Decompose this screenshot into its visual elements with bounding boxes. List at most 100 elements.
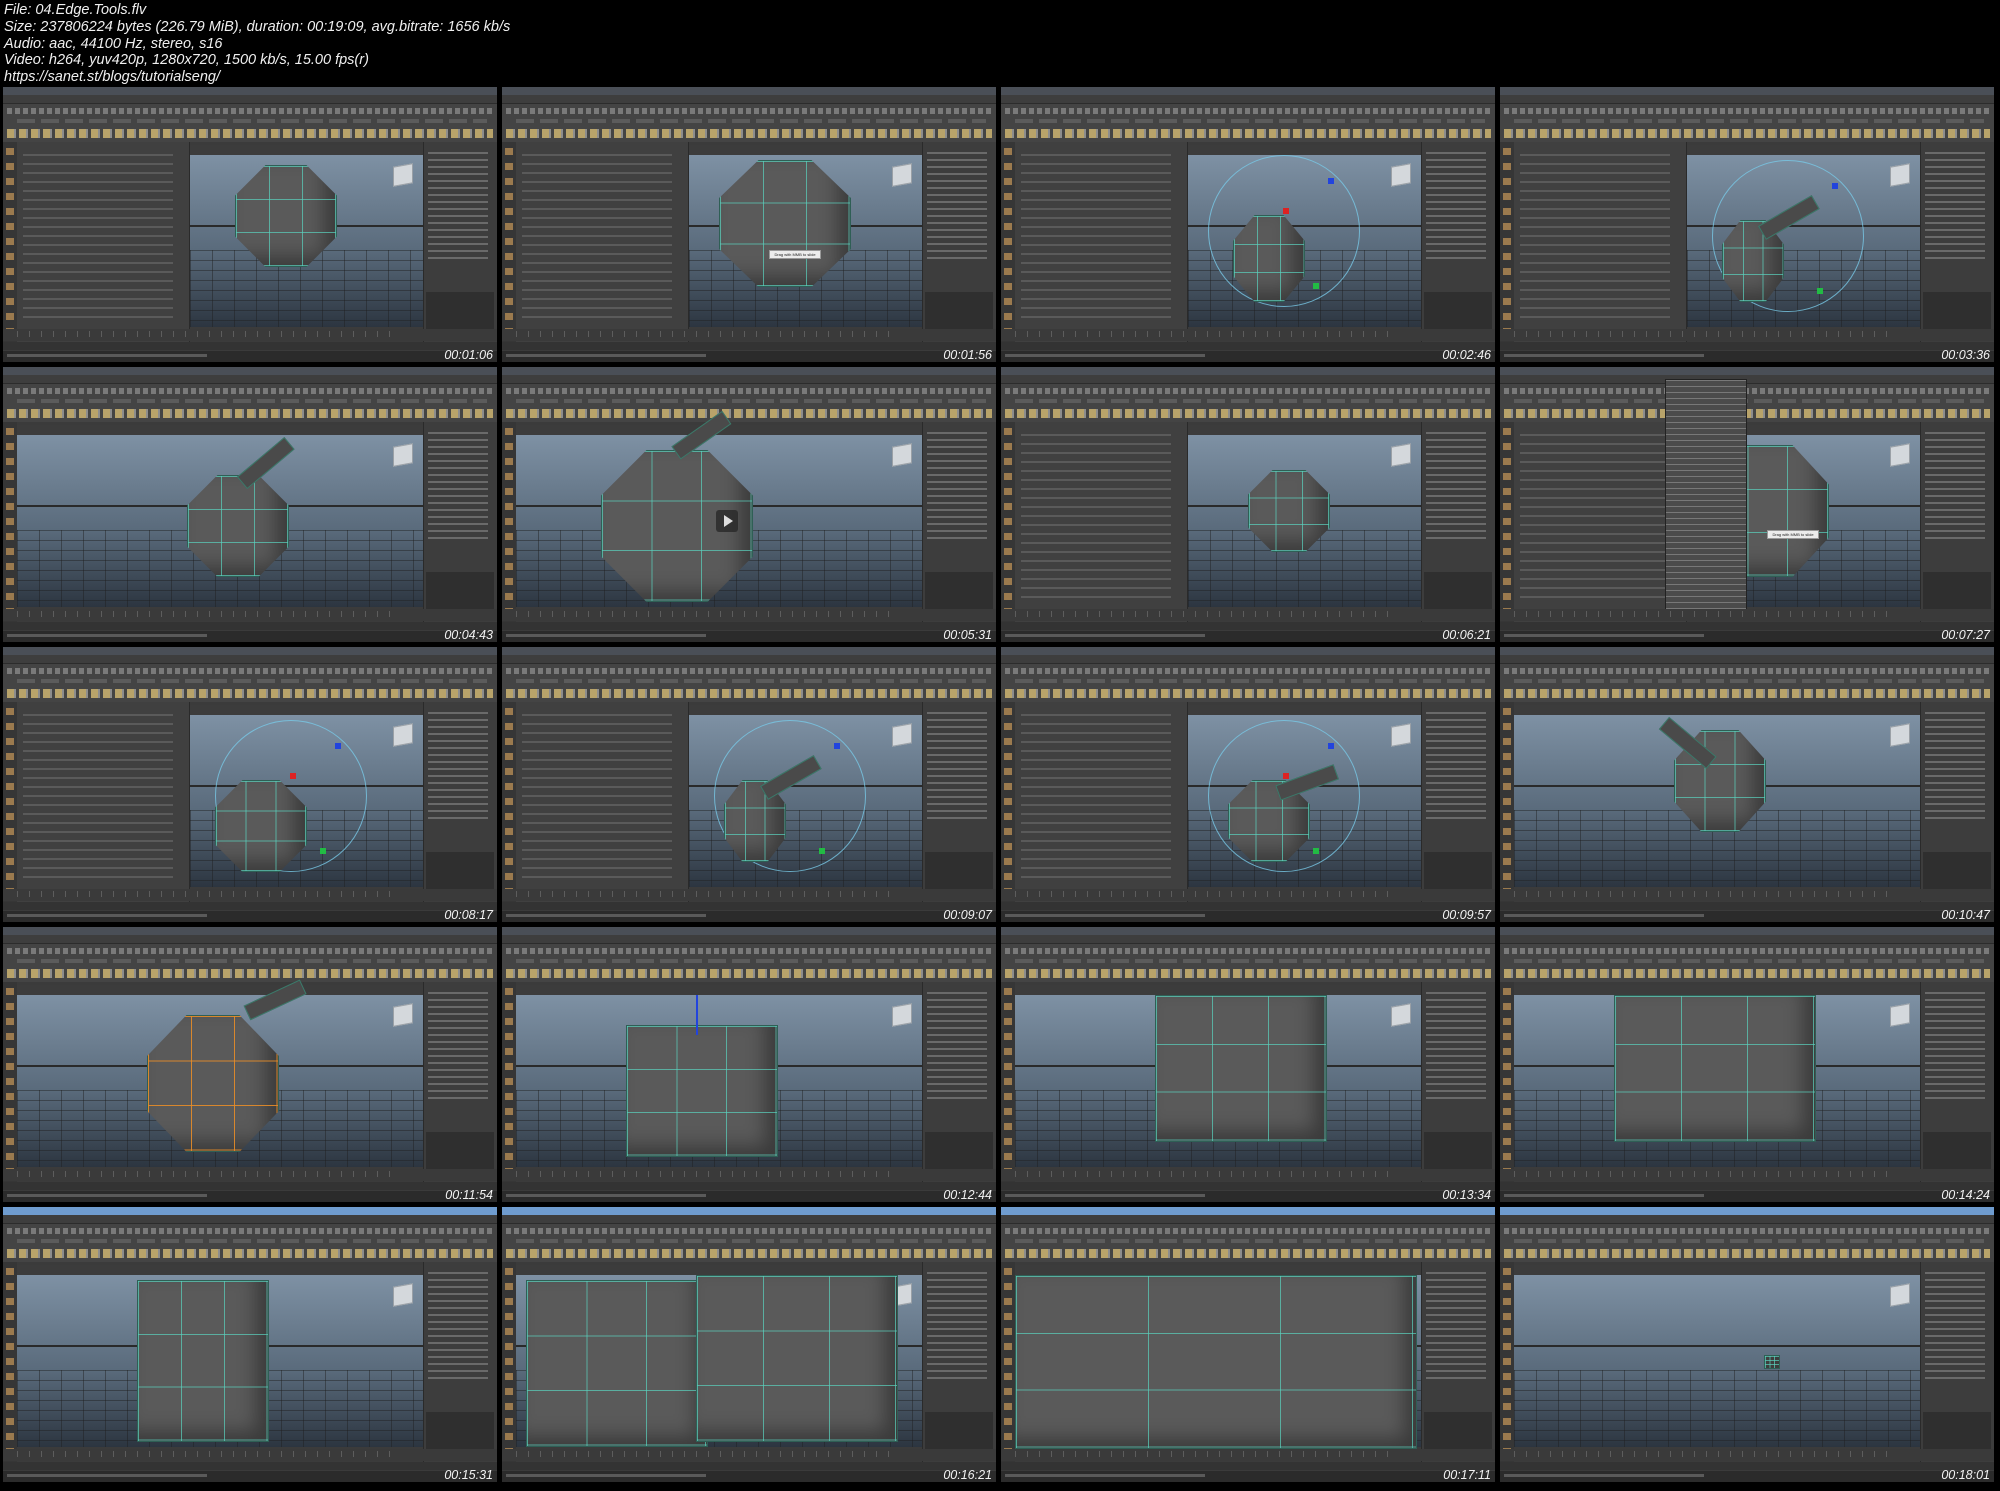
time-ticks <box>516 611 896 617</box>
toolbox <box>3 142 17 342</box>
viewport-hint: Drag with MMB to slide <box>769 250 821 259</box>
video-thumbnail: 00:18:01 <box>1500 1207 1994 1482</box>
time-slider <box>1001 1169 1495 1181</box>
channel-box <box>1920 1262 1994 1462</box>
range-slider <box>502 1182 996 1190</box>
wireframe <box>1156 996 1326 1141</box>
timestamp-label: 00:12:44 <box>943 1188 992 1202</box>
viewport-menu <box>1188 705 1421 715</box>
viewport-menu <box>1015 985 1421 995</box>
time-slider <box>502 329 996 341</box>
range-slider <box>1500 622 1994 630</box>
time-slider <box>1500 609 1994 621</box>
menu-bar <box>1001 655 1495 664</box>
window-title-bar <box>1500 1207 1994 1215</box>
shelf-icons <box>506 409 992 418</box>
channel-box <box>1421 982 1495 1182</box>
command-line <box>1001 911 1495 922</box>
shelf-tabs <box>516 399 986 403</box>
shelf-toolbar <box>502 1224 996 1262</box>
command-line <box>1500 1471 1994 1482</box>
manipulator-handle-red <box>1283 772 1289 779</box>
toolbox <box>3 422 17 622</box>
shelf-toolbar <box>502 944 996 982</box>
viewport-menu <box>1188 425 1421 435</box>
shelf-tabs <box>1514 399 1984 403</box>
channel-box <box>423 982 497 1182</box>
range-slider <box>502 902 996 910</box>
cube <box>1764 1355 1780 1369</box>
menu-bar <box>1500 655 1994 664</box>
shelf-toolbar <box>1001 384 1495 422</box>
wireframe <box>148 1016 278 1151</box>
channel-box <box>922 982 996 1182</box>
timestamp-label: 00:15:31 <box>444 1468 493 1482</box>
command-line <box>1500 631 1994 642</box>
channel-attributes <box>1925 992 1985 1102</box>
tool-icons <box>1503 1268 1511 1456</box>
shelf-toolbar <box>3 384 497 422</box>
video-thumbnail: 00:10:47 <box>1500 647 1994 922</box>
shelf-icons <box>1504 1249 1990 1258</box>
wireframe <box>216 781 306 871</box>
tool-icons <box>6 428 14 616</box>
shelf-icons <box>1005 689 1491 698</box>
wireframe <box>1765 1356 1779 1368</box>
shelf-icons <box>1504 689 1990 698</box>
window-title-bar <box>1001 1207 1495 1215</box>
viewcube-icon <box>1890 1283 1910 1307</box>
menu-bar <box>502 1215 996 1224</box>
time-slider <box>502 1449 996 1461</box>
shelf-tabs <box>1015 399 1485 403</box>
manipulator-handle-blue <box>1328 742 1334 749</box>
command-line <box>1001 351 1495 362</box>
wireframe <box>627 1026 777 1156</box>
range-slider <box>1500 902 1994 910</box>
plane <box>137 1280 269 1442</box>
viewcube-icon <box>1391 723 1411 747</box>
viewport <box>516 1275 922 1447</box>
toolbox <box>502 702 516 902</box>
horizon-line <box>1514 1345 1920 1347</box>
time-ticks <box>1514 1451 1894 1457</box>
viewport <box>190 715 423 887</box>
viewport <box>1514 715 1920 887</box>
viewport <box>1188 715 1421 887</box>
polysphere <box>147 1015 279 1152</box>
channel-attributes <box>927 992 987 1102</box>
video-thumbnail: 00:05:31 <box>502 367 996 642</box>
manipulator-handle-green <box>1313 847 1319 854</box>
toolbox <box>3 982 17 1182</box>
window-title-bar <box>1001 927 1495 935</box>
viewport: Drag with MMB to slide <box>689 155 922 327</box>
manipulator-handle-green <box>320 847 326 854</box>
help-line-text <box>506 354 706 357</box>
window-title-bar <box>3 87 497 95</box>
time-ticks <box>1514 891 1894 897</box>
help-line-text <box>506 1194 706 1197</box>
video-thumbnail: 00:09:07 <box>502 647 996 922</box>
shelf-toolbar <box>1500 944 1994 982</box>
menu-bar <box>3 935 497 944</box>
viewport <box>1015 995 1421 1167</box>
manipulator-handle-red <box>290 772 296 779</box>
channel-box <box>423 702 497 902</box>
tool-settings-panel <box>1514 142 1687 342</box>
shelf-icons <box>506 1249 992 1258</box>
time-ticks <box>1514 1171 1894 1177</box>
viewcube-icon <box>1391 163 1411 187</box>
timestamp-label: 00:08:17 <box>444 908 493 922</box>
viewport-menu <box>1514 705 1920 715</box>
tool-settings-rows <box>23 714 173 884</box>
viewport-menu <box>1514 1265 1920 1275</box>
command-line <box>502 351 996 362</box>
status-line-icons <box>7 668 493 674</box>
viewport <box>1188 155 1421 327</box>
help-line-text <box>7 1194 207 1197</box>
window-title-bar <box>1001 647 1495 655</box>
time-slider <box>1500 1449 1994 1461</box>
video-thumbnail: 00:06:21 <box>1001 367 1495 642</box>
help-line-text <box>7 914 207 917</box>
viewport-menu <box>17 425 423 435</box>
time-ticks <box>516 1171 896 1177</box>
